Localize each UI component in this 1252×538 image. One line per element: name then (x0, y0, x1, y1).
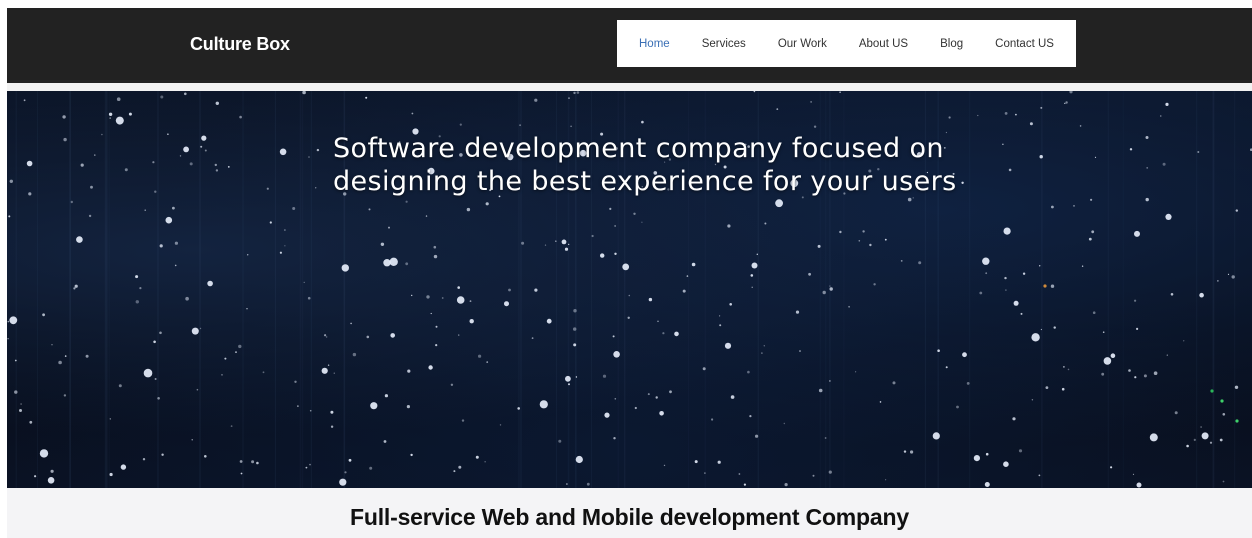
nav-services[interactable]: Services (702, 38, 746, 50)
main-menu: Home Services Our Work About US Blog Con… (617, 20, 1076, 67)
services-section: Full-service Web and Mobile development … (7, 488, 1252, 538)
hero-title: Software development company focused on … (333, 133, 957, 197)
nav-our-work[interactable]: Our Work (778, 38, 827, 50)
top-navbar: Culture Box Home Services Our Work About… (7, 8, 1252, 83)
navbar-divider (7, 83, 1252, 91)
nav-blog[interactable]: Blog (940, 38, 963, 50)
hero-banner: Software development company focused on … (7, 91, 1252, 488)
nav-contact-us[interactable]: Contact US (995, 38, 1054, 50)
brand-logo[interactable]: Culture Box (190, 34, 290, 55)
page-frame: Culture Box Home Services Our Work About… (7, 8, 1252, 538)
section-heading: Full-service Web and Mobile development … (350, 504, 909, 530)
nav-home[interactable]: Home (639, 38, 670, 50)
nav-about-us[interactable]: About US (859, 38, 908, 50)
